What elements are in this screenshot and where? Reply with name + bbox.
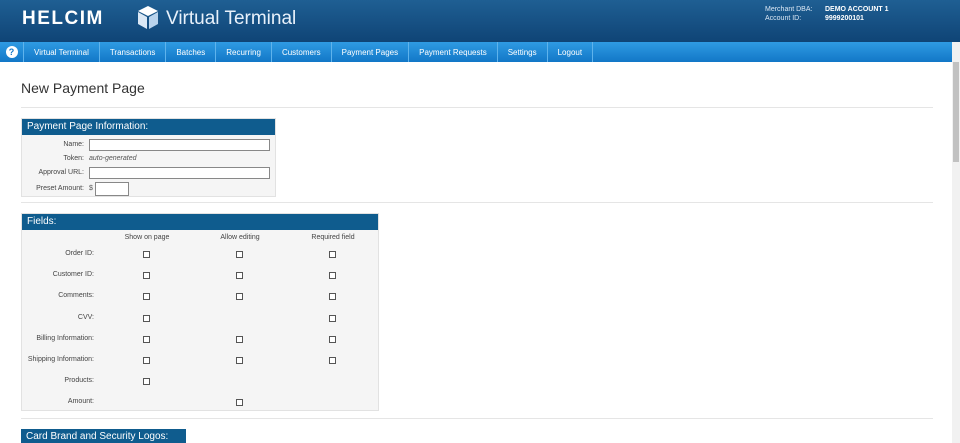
fields-panel-heading: Fields: bbox=[22, 214, 378, 230]
token-label: Token: bbox=[63, 155, 84, 162]
scrollbar-thumb[interactable] bbox=[953, 62, 959, 162]
account-id-value: 9999200101 bbox=[825, 15, 864, 22]
help-icon: ? bbox=[5, 46, 18, 58]
checkbox-req[interactable] bbox=[329, 251, 336, 258]
divider bbox=[21, 202, 933, 203]
checkbox-show[interactable] bbox=[143, 378, 150, 386]
checkbox-show[interactable] bbox=[143, 251, 150, 258]
checkbox-req[interactable] bbox=[329, 335, 336, 343]
preset-amount-label: Preset Amount: bbox=[36, 185, 84, 192]
field-row-label: Order ID: bbox=[65, 250, 94, 257]
logo: HELCIM bbox=[22, 8, 104, 29]
checkbox-edit[interactable] bbox=[236, 251, 243, 258]
field-row-label: CVV: bbox=[77, 313, 94, 321]
checkbox-req[interactable] bbox=[329, 272, 336, 280]
field-row-label: Amount: bbox=[67, 398, 94, 406]
token-value: auto-generated bbox=[89, 155, 137, 162]
field-row-label: Comments: bbox=[58, 292, 94, 300]
name-label: Name: bbox=[63, 141, 84, 148]
payment-page-info-panel: Payment Page Information: Name: Token: a… bbox=[21, 118, 276, 197]
merchant-dba-label: Merchant DBA: bbox=[765, 6, 813, 13]
preset-amount-input[interactable] bbox=[95, 182, 129, 196]
approval-url-label: Approval URL: bbox=[38, 169, 84, 176]
account-id-label: Account ID: bbox=[765, 15, 802, 22]
field-row-label: Billing Information: bbox=[36, 334, 94, 342]
checkbox-req[interactable] bbox=[329, 293, 336, 301]
checkbox-show[interactable] bbox=[143, 357, 150, 364]
help-button[interactable]: ? bbox=[0, 42, 24, 62]
nav-settings[interactable]: Settings bbox=[498, 42, 548, 62]
checkbox-show[interactable] bbox=[143, 293, 150, 301]
checkbox-edit[interactable] bbox=[236, 293, 243, 301]
col-required-field: Required field bbox=[311, 234, 355, 241]
col-show-on-page: Show on page bbox=[124, 234, 170, 241]
nav-payment-pages[interactable]: Payment Pages bbox=[332, 42, 410, 62]
divider bbox=[21, 107, 933, 108]
merchant-info: Merchant DBA: DEMO ACCOUNT 1 Account ID: 9… bbox=[765, 5, 889, 23]
nav-payment-requests[interactable]: Payment Requests bbox=[409, 42, 498, 62]
info-panel-heading: Payment Page Information: bbox=[22, 119, 275, 135]
checkbox-show[interactable] bbox=[143, 335, 150, 343]
checkbox-req[interactable] bbox=[329, 357, 336, 364]
field-row-label: Products: bbox=[64, 377, 94, 385]
col-allow-editing: Allow editing bbox=[220, 234, 260, 241]
fields-panel: Fields: Show on page Allow editing Requi… bbox=[21, 213, 379, 411]
currency-symbol: $ bbox=[89, 185, 93, 192]
checkbox-edit[interactable] bbox=[236, 272, 243, 280]
card-logos-panel: Card Brand and Security Logos: bbox=[21, 429, 186, 443]
checkbox-show[interactable] bbox=[143, 272, 150, 280]
vertical-scrollbar[interactable] bbox=[952, 42, 960, 443]
app-header: HELCIM Virtual Terminal Merchant DBA: DEM… bbox=[0, 0, 960, 42]
card-logos-heading: Card Brand and Security Logos: bbox=[21, 429, 186, 443]
main-nav: ? Virtual Terminal Transactions Batches … bbox=[0, 42, 952, 62]
product-name: Virtual Terminal bbox=[166, 8, 297, 29]
name-input[interactable] bbox=[89, 139, 270, 151]
checkbox-edit[interactable] bbox=[236, 399, 243, 407]
nav-customers[interactable]: Customers bbox=[272, 42, 332, 62]
merchant-dba-value: DEMO ACCOUNT 1 bbox=[825, 6, 889, 13]
nav-batches[interactable]: Batches bbox=[166, 42, 217, 62]
field-row-label: Shipping Information: bbox=[27, 356, 94, 363]
page-title: New Payment Page bbox=[21, 80, 145, 96]
checkbox-edit[interactable] bbox=[236, 335, 243, 343]
field-row-label: Customer ID: bbox=[52, 271, 94, 279]
approval-url-input[interactable] bbox=[89, 167, 270, 179]
nav-logout[interactable]: Logout bbox=[548, 42, 594, 62]
nav-virtual-terminal[interactable]: Virtual Terminal bbox=[24, 42, 100, 62]
checkbox-show[interactable] bbox=[143, 314, 150, 322]
nav-recurring[interactable]: Recurring bbox=[216, 42, 272, 62]
cube-logo-icon bbox=[138, 6, 158, 29]
checkbox-req[interactable] bbox=[329, 314, 336, 322]
divider bbox=[21, 418, 933, 419]
nav-transactions[interactable]: Transactions bbox=[100, 42, 167, 62]
checkbox-edit[interactable] bbox=[236, 357, 243, 364]
